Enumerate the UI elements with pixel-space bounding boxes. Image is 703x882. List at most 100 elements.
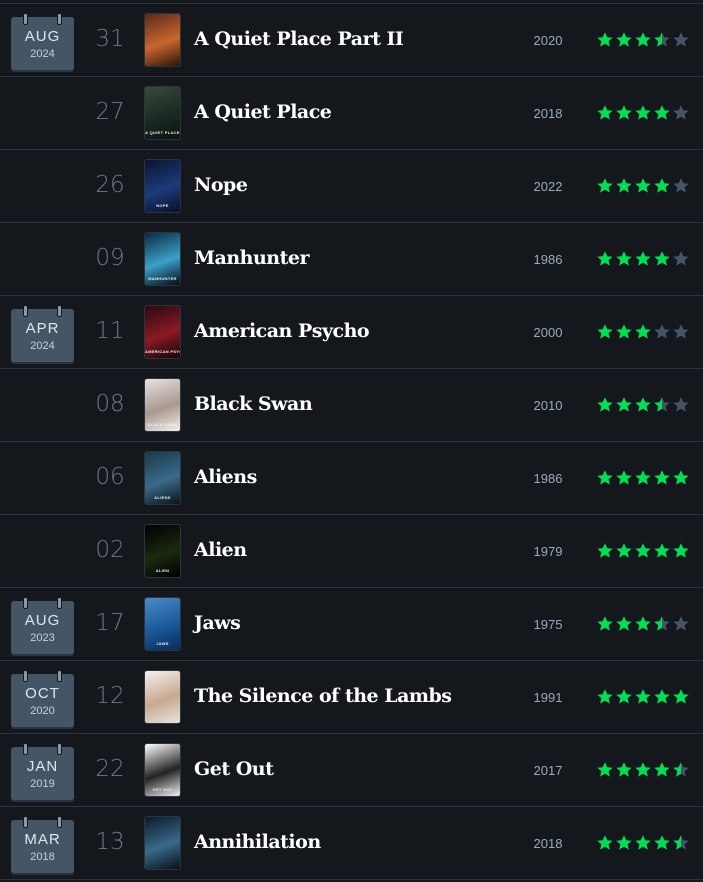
release-year[interactable]: 2022 (520, 179, 576, 194)
diary-entry-row[interactable]: OCT 2020 12 The Silence of the Lambs 199… (0, 661, 703, 734)
release-year[interactable]: 1975 (520, 617, 576, 632)
calendar-date-badge[interactable]: AUG 2023 (11, 597, 74, 654)
diary-entry-row[interactable]: 26 NOPE Nope 2022 (0, 150, 703, 223)
calendar-year: 2018 (30, 851, 55, 863)
film-title[interactable]: Annihilation (194, 831, 321, 853)
release-year[interactable]: 1979 (520, 544, 576, 559)
calendar-ring-icon (57, 670, 62, 682)
film-poster[interactable] (144, 13, 181, 67)
film-poster[interactable]: ALIEN (144, 524, 181, 578)
release-year[interactable]: 2010 (520, 398, 576, 413)
calendar-ring-icon (23, 670, 28, 682)
release-year[interactable]: 1986 (520, 471, 576, 486)
star-filled-icon (616, 178, 632, 193)
star-half-icon (673, 835, 689, 850)
entry-day[interactable]: 13 (88, 829, 132, 855)
film-title[interactable]: American Psycho (194, 320, 370, 342)
film-title[interactable]: Jaws (194, 612, 241, 634)
star-filled-icon (597, 32, 613, 47)
diary-entry-row[interactable]: APR 2024 11 AMERICAN PSYCHO American Psy… (0, 296, 703, 369)
film-poster[interactable]: ALIENS (144, 451, 181, 505)
film-poster[interactable]: MANHUNTER (144, 232, 181, 286)
diary-entry-row[interactable]: 27 A QUIET PLACE A Quiet Place 2018 (0, 77, 703, 150)
entry-day[interactable]: 27 (88, 99, 132, 125)
diary-entry-row[interactable]: AUG 2023 17 JAWS Jaws 1975 (0, 588, 703, 661)
entry-day[interactable]: 11 (88, 318, 132, 344)
calendar-date-badge[interactable]: APR 2024 (11, 305, 74, 362)
star-empty-icon (673, 105, 689, 120)
star-filled-icon (635, 178, 651, 193)
star-filled-icon (635, 543, 651, 558)
star-empty-icon (673, 251, 689, 266)
film-title[interactable]: A Quiet Place (194, 101, 332, 123)
star-filled-icon (654, 835, 670, 850)
entry-day[interactable]: 26 (88, 172, 132, 198)
film-title[interactable]: Manhunter (194, 247, 309, 269)
release-year[interactable]: 2000 (520, 325, 576, 340)
diary-entry-row[interactable]: AUG 2024 31 A Quiet Place Part II 2020 (0, 4, 703, 77)
film-title[interactable]: The Silence of the Lambs (194, 685, 452, 707)
entry-day[interactable]: 09 (88, 245, 132, 271)
film-title[interactable]: Black Swan (194, 393, 313, 415)
release-year[interactable]: 1991 (520, 690, 576, 705)
film-poster[interactable]: A QUIET PLACE (144, 86, 181, 140)
star-rating (596, 834, 690, 852)
release-year[interactable]: 2018 (520, 106, 576, 121)
entry-day[interactable]: 02 (88, 537, 132, 563)
release-year[interactable]: 1986 (520, 252, 576, 267)
star-filled-icon (635, 105, 651, 120)
star-rating (596, 31, 690, 49)
calendar-date-badge[interactable]: AUG 2024 (11, 13, 74, 70)
poster-thumbnail-icon (145, 14, 180, 66)
calendar-date-badge[interactable]: JAN 2019 (11, 743, 74, 800)
film-poster[interactable] (144, 670, 181, 724)
entry-day[interactable]: 22 (88, 756, 132, 782)
star-rating (596, 177, 690, 195)
star-half-icon (673, 762, 689, 777)
film-poster[interactable]: JAWS (144, 597, 181, 651)
film-poster[interactable] (144, 816, 181, 870)
entry-day[interactable]: 17 (88, 610, 132, 636)
star-rating (596, 323, 690, 341)
film-title[interactable]: Get Out (194, 758, 274, 780)
diary-entry-row[interactable]: MAR 2018 13 Annihilation 2018 (0, 807, 703, 880)
film-poster[interactable]: GET OUT (144, 743, 181, 797)
diary-entry-row[interactable]: 06 ALIENS Aliens 1986 (0, 442, 703, 515)
entry-day[interactable]: 06 (88, 464, 132, 490)
film-poster[interactable]: AMERICAN PSYCHO (144, 305, 181, 359)
release-year[interactable]: 2018 (520, 836, 576, 851)
film-title[interactable]: A Quiet Place Part II (194, 28, 404, 50)
calendar-date-badge[interactable]: OCT 2020 (11, 670, 74, 727)
star-filled-icon (616, 689, 632, 704)
diary-entry-row[interactable]: 08 BLACK SWAN Black Swan 2010 (0, 369, 703, 442)
calendar-year: 2024 (30, 340, 55, 352)
film-poster[interactable]: BLACK SWAN (144, 378, 181, 432)
calendar-year: 2024 (30, 48, 55, 60)
star-filled-icon (597, 397, 613, 412)
film-title[interactable]: Alien (194, 539, 247, 561)
film-poster[interactable]: NOPE (144, 159, 181, 213)
poster-caption: AMERICAN PSYCHO (145, 349, 180, 354)
star-filled-icon (654, 543, 670, 558)
film-title[interactable]: Aliens (194, 466, 257, 488)
star-filled-icon (654, 762, 670, 777)
diary-entry-row[interactable]: JAN 2019 22 GET OUT Get Out 2017 (0, 734, 703, 807)
calendar-month: APR (25, 320, 60, 337)
star-filled-icon (616, 324, 632, 339)
entry-day[interactable]: 08 (88, 391, 132, 417)
calendar-ring-icon (23, 305, 28, 317)
release-year[interactable]: 2017 (520, 763, 576, 778)
entry-day[interactable]: 31 (88, 26, 132, 52)
star-filled-icon (673, 543, 689, 558)
release-year[interactable]: 2020 (520, 33, 576, 48)
film-title[interactable]: Nope (194, 174, 248, 196)
calendar-date-badge[interactable]: MAR 2018 (11, 816, 74, 873)
entry-day[interactable]: 12 (88, 683, 132, 709)
poster-caption: NOPE (156, 203, 169, 208)
poster-caption: ALIEN (155, 568, 170, 573)
diary-entry-row[interactable]: 09 MANHUNTER Manhunter 1986 (0, 223, 703, 296)
star-filled-icon (635, 397, 651, 412)
calendar-month: AUG (24, 612, 61, 629)
diary-entry-row[interactable]: 02 ALIEN Alien 1979 (0, 515, 703, 588)
star-filled-icon (597, 616, 613, 631)
